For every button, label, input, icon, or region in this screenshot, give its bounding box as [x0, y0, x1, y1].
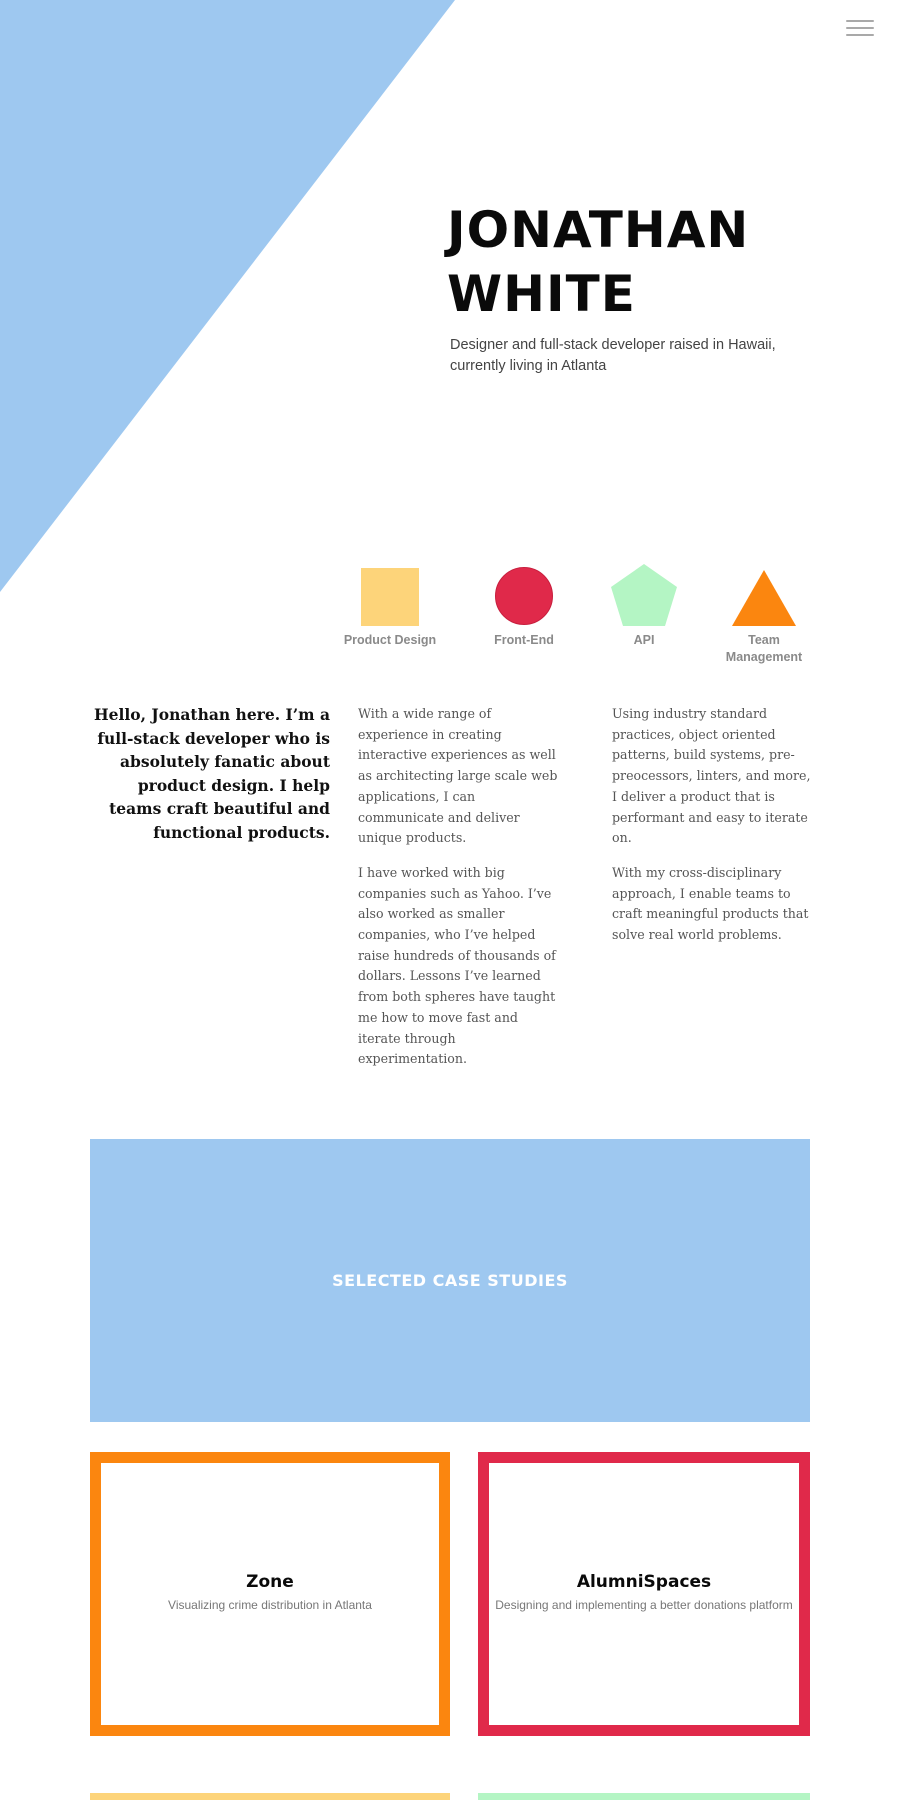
- skill-api: API: [589, 560, 699, 649]
- hero-blue-triangle: [0, 0, 455, 592]
- hero-name-last: WHITE: [447, 265, 636, 323]
- hero-subtitle: Designer and full-stack developer raised…: [450, 337, 776, 374]
- square-icon: [361, 568, 419, 626]
- about-paragraph: I have worked with big companies such as…: [358, 864, 556, 1067]
- case-card-next-right[interactable]: [478, 1793, 810, 1800]
- about-column-1: With a wide range of experience in creat…: [358, 704, 563, 1084]
- circle-icon: [495, 567, 553, 625]
- case-description: Designing and implementing a better dona…: [495, 1598, 793, 1612]
- circle-shape: [495, 567, 553, 625]
- skill-team-management: Team Management: [709, 560, 819, 666]
- about-lead: Hello, Jonathan here. I’m a full-stack d…: [94, 705, 330, 842]
- skill-product-design: Product Design: [335, 560, 445, 649]
- case-studies-banner: SELECTED CASE STUDIES: [90, 1139, 810, 1422]
- case-studies-heading: SELECTED CASE STUDIES: [332, 1271, 568, 1290]
- about-paragraph: With a wide range of experience in creat…: [358, 706, 558, 846]
- case-title: Zone: [246, 1572, 294, 1592]
- pentagon-icon: [611, 564, 677, 626]
- case-card-alumnispaces[interactable]: AlumniSpaces Designing and implementing …: [478, 1452, 810, 1736]
- skill-label: Product Design: [343, 633, 437, 647]
- hero-diagonal-shape: [0, 0, 455, 592]
- case-description: Visualizing crime distribution in Atlant…: [168, 1598, 372, 1612]
- square-shape: [361, 568, 419, 626]
- case-title: AlumniSpaces: [576, 1572, 712, 1592]
- hamburger-menu-icon[interactable]: [846, 20, 874, 40]
- skill-label: Front-End: [494, 633, 554, 647]
- about-column-2: Using industry standard practices, objec…: [612, 704, 817, 960]
- skill-label: Team Management: [725, 633, 803, 664]
- skill-label: API: [633, 633, 655, 647]
- triangle-shape: [732, 570, 796, 626]
- hero-name-first: JONATHAN: [447, 201, 750, 259]
- case-card-zone[interactable]: Zone Visualizing crime distribution in A…: [90, 1452, 450, 1736]
- pentagon-shape: [611, 564, 677, 626]
- about-paragraph: Using industry standard practices, objec…: [612, 706, 811, 846]
- case-card-next-left[interactable]: [90, 1793, 450, 1800]
- triangle-icon: [732, 570, 796, 626]
- hero-name: JONATHAN WHITE: [447, 198, 749, 326]
- skill-front-end: Front-End: [469, 560, 579, 649]
- about-paragraph: With my cross-disciplinary approach, I e…: [612, 864, 809, 943]
